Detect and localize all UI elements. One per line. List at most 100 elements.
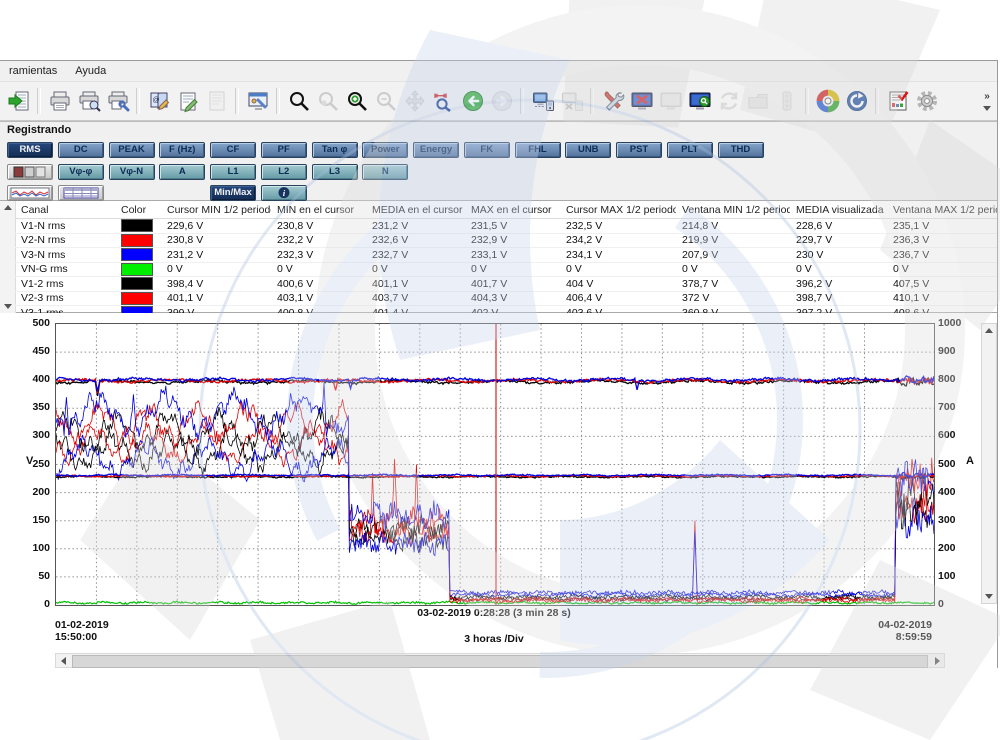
channel-devices-button[interactable]	[7, 164, 53, 180]
col-header: MAX en el cursor	[465, 204, 560, 216]
color-wheel-icon[interactable]	[813, 87, 842, 116]
tab-l2[interactable]: L2	[261, 164, 307, 180]
tab-a[interactable]: A	[159, 164, 205, 180]
tab-fhl[interactable]: FHL	[515, 142, 561, 158]
pc-download-off-icon	[557, 87, 586, 116]
tab-pst[interactable]: PST	[616, 142, 662, 158]
pc-download-icon[interactable]	[528, 87, 557, 116]
print-setup-icon[interactable]	[103, 87, 132, 116]
tab-rms[interactable]: RMS	[7, 142, 53, 158]
tab-unb[interactable]: UNB	[565, 142, 611, 158]
table-row-v3-n-rms[interactable]: V3-N rms231,2 V232,3 V232,7 V233,1 V234,…	[15, 248, 997, 263]
tab-fk[interactable]: FK	[464, 142, 510, 158]
view-table-button[interactable]	[58, 185, 104, 201]
tab-row-view: Min/Max i	[0, 185, 997, 201]
tab-fhz[interactable]: F (Hz)	[159, 142, 205, 158]
channel-color-swatch	[121, 248, 153, 261]
tab-peak[interactable]: PEAK	[109, 142, 155, 158]
cell-value: 228,6 V	[790, 220, 887, 232]
tab-l3[interactable]: L3	[312, 164, 358, 180]
update-blue-icon[interactable]	[842, 87, 871, 116]
minmax-button[interactable]: Min/Max	[210, 185, 256, 201]
address-book-icon[interactable]: @	[144, 87, 173, 116]
table-row-v1-n-rms[interactable]: V1-N rms229,6 V230,8 V231,2 V231,5 V232,…	[15, 219, 997, 234]
right-axis-tick: 900	[938, 345, 978, 357]
menu-item-ramientas[interactable]: ramientas	[0, 62, 66, 80]
right-axis-tick: 200	[938, 542, 978, 554]
table-scroll-down-icon[interactable]	[0, 300, 15, 313]
x-scale-label: 3 horas /Div	[55, 633, 933, 645]
table-row-v2-n-rms[interactable]: V2-N rms230,8 V232,2 V232,6 V232,9 V234,…	[15, 234, 997, 249]
tab-energy[interactable]: Energy	[413, 142, 459, 158]
tab-n[interactable]: N	[362, 164, 408, 180]
chart-scroll-down-icon[interactable]	[982, 590, 996, 603]
tab-cf[interactable]: CF	[210, 142, 256, 158]
tab-power[interactable]: Power	[362, 142, 408, 158]
cell-value: 404,3 V	[465, 292, 560, 304]
tab-tan[interactable]: Tan φ	[312, 142, 358, 158]
zoom-icon[interactable]	[284, 87, 313, 116]
capture-icon	[743, 87, 772, 116]
tab-row-channels: Vφ-φ Vφ-NA L1 L2 L3N	[0, 164, 997, 180]
zoom-in-icon[interactable]	[342, 87, 371, 116]
table-scrollbar[interactable]	[0, 201, 16, 313]
window-settings-icon[interactable]	[243, 87, 272, 116]
channel-name: V1-N rms	[15, 220, 115, 232]
table-row-vn-g-rms[interactable]: VN-G rms0 V0 V0 V0 V0 V0 V0 V0 V	[15, 263, 997, 278]
cursor-timestamp-label: 03-02-2019 0:28:28 (3 min 28 s)	[55, 607, 933, 619]
edit-notes-icon[interactable]	[173, 87, 202, 116]
cell-value: 404 V	[560, 278, 676, 290]
info-button[interactable]: i	[261, 185, 307, 201]
cell-value: 0 V	[161, 263, 271, 275]
tab-thd[interactable]: THD	[718, 142, 764, 158]
cell-value: 230,8 V	[271, 220, 366, 232]
cell-value: 372 V	[676, 292, 790, 304]
tools-icon[interactable]	[598, 87, 627, 116]
table-scroll-up-icon[interactable]	[0, 201, 15, 214]
tab-vn[interactable]: Vφ-N	[109, 164, 155, 180]
tab-pf[interactable]: PF	[261, 142, 307, 158]
col-header: Canal	[15, 204, 115, 216]
print-preview-icon[interactable]	[74, 87, 103, 116]
cell-value: 232,7 V	[366, 249, 465, 261]
view-graph-button[interactable]	[7, 185, 53, 201]
tab-plt[interactable]: PLT	[667, 142, 713, 158]
col-header: Ventana MIN 1/2 periodo	[676, 204, 790, 216]
cell-value: 0 V	[366, 263, 465, 275]
chart-horizontal-scrollbar[interactable]	[55, 653, 945, 668]
left-axis-tick: 300	[8, 429, 50, 441]
tab-v[interactable]: Vφ-φ	[58, 164, 104, 180]
nav-back-icon[interactable]	[458, 87, 487, 116]
hscroll-thumb[interactable]	[72, 655, 928, 668]
cell-value: 229,7 V	[790, 234, 887, 246]
toolbar: @ »	[0, 81, 997, 121]
right-axis-tick: 100	[938, 570, 978, 582]
tab-dc[interactable]: DC	[58, 142, 104, 158]
report-icon[interactable]	[883, 87, 912, 116]
zoom-window-icon[interactable]	[429, 87, 458, 116]
import-data-icon[interactable]	[4, 87, 33, 116]
chart-scroll-right-icon[interactable]	[930, 654, 944, 667]
channel-color-swatch	[121, 263, 153, 276]
chart-scroll-up-icon[interactable]	[982, 324, 996, 337]
cell-value: 0 V	[560, 263, 676, 275]
toolbar-overflow-button[interactable]: »	[983, 92, 991, 111]
table-row-v1-2-rms[interactable]: V1-2 rms398,4 V400,6 V401,1 V401,7 V404 …	[15, 277, 997, 292]
chart-plot[interactable]	[55, 323, 935, 606]
monitor-search-icon[interactable]	[685, 87, 714, 116]
chart-vertical-scrollbar[interactable]	[981, 323, 997, 604]
menu-item-ayuda[interactable]: Ayuda	[66, 62, 115, 80]
settings-gear-icon[interactable]	[912, 87, 941, 116]
tab-l1[interactable]: L1	[210, 164, 256, 180]
print-icon[interactable]	[45, 87, 74, 116]
cell-value: 235,1 V	[887, 220, 997, 232]
col-header: Ventana MAX 1/2 periodo	[887, 204, 997, 216]
monitor-disconnect-icon[interactable]	[627, 87, 656, 116]
series-a3-rms-max-	[56, 383, 934, 596]
toolbar-separator	[235, 88, 239, 114]
table-row-v2-3-rms[interactable]: V2-3 rms401,1 V403,1 V403,7 V404,3 V406,…	[15, 292, 997, 307]
cell-value: 214,8 V	[676, 220, 790, 232]
toolbar-separator	[590, 88, 594, 114]
chart-scroll-left-icon[interactable]	[56, 654, 70, 667]
toolbar-separator	[875, 88, 879, 114]
